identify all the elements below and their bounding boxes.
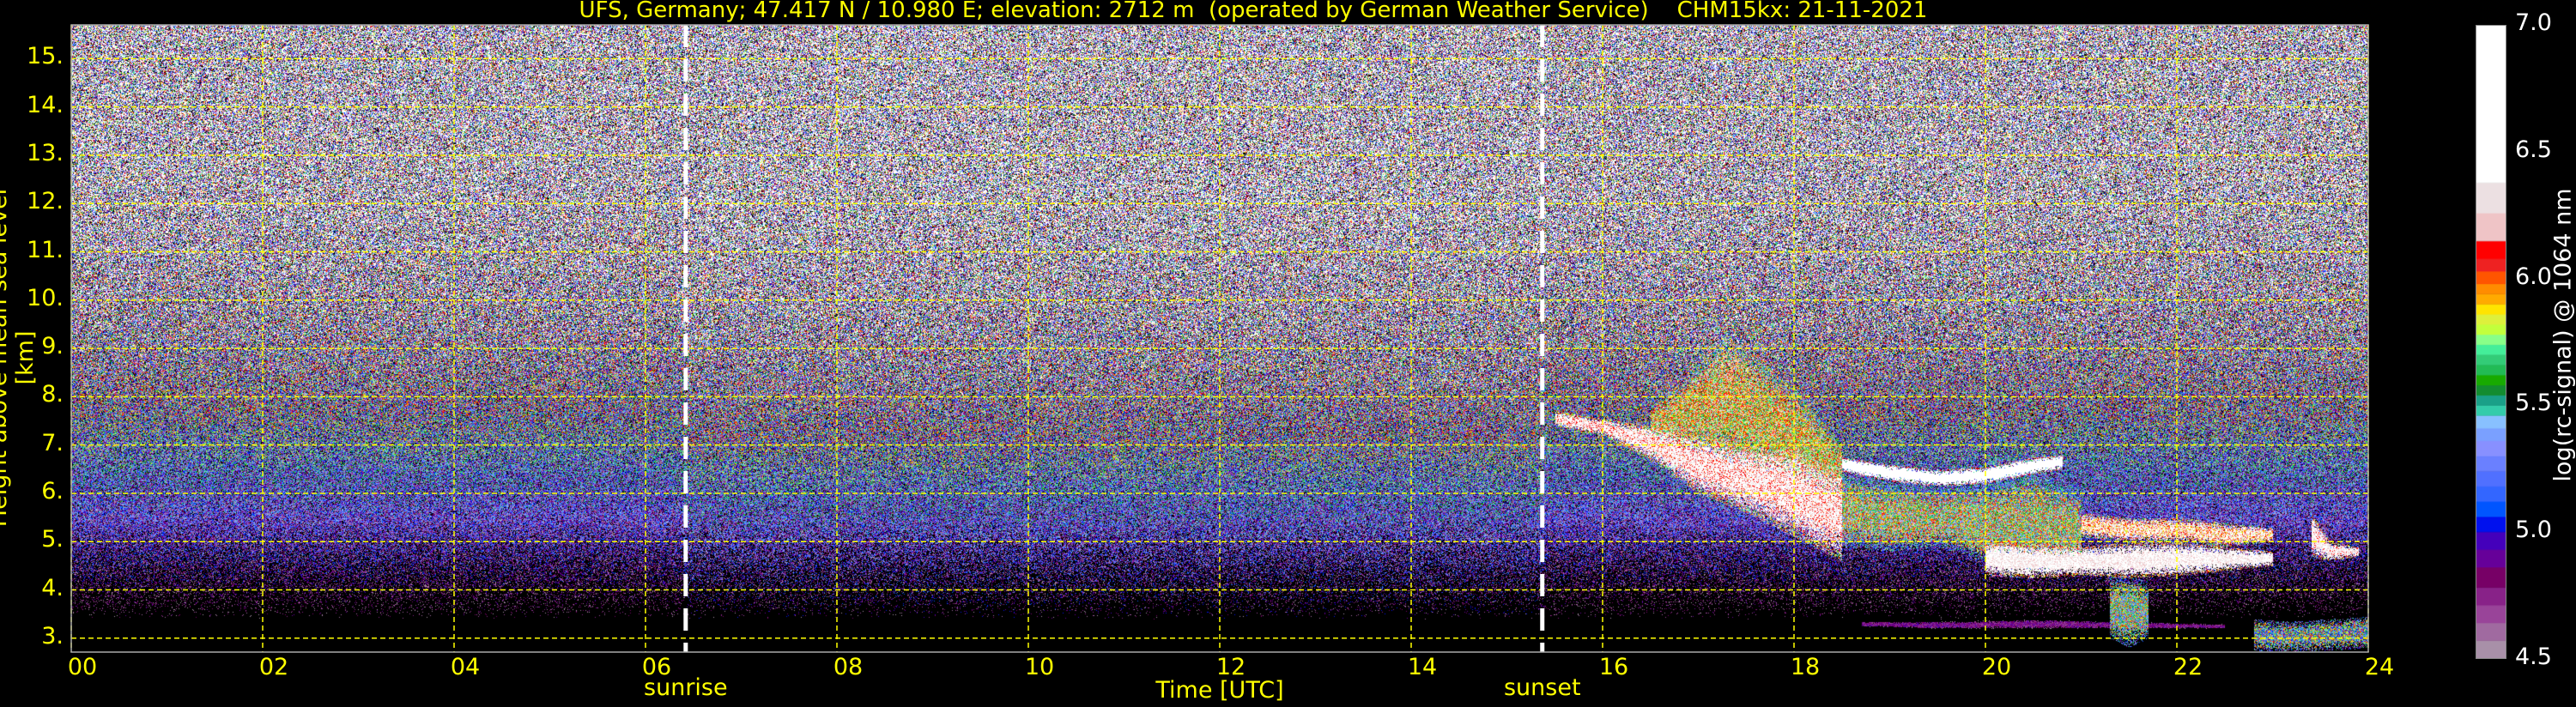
axes-overlay	[70, 24, 2369, 653]
y-tick-label: 3.	[41, 622, 64, 650]
colorbar-tick-label: 6.5	[2515, 136, 2552, 163]
colorbar-tick-label: 7.0	[2515, 9, 2552, 36]
colorbar	[2476, 25, 2506, 659]
x-axis-label: Time [UTC]	[1155, 677, 1284, 704]
y-tick-label: 15.	[27, 43, 64, 70]
y-tick-label: 14.	[27, 91, 64, 118]
colorbar-tick-label: 6.0	[2515, 263, 2552, 290]
y-tick-label: 4.	[41, 574, 64, 601]
colorbar-label: log(rc-signal) @ 1064 nm	[2549, 188, 2576, 482]
colorbar-tick-label: 5.5	[2515, 390, 2552, 417]
y-tick-label: 13.	[27, 139, 64, 166]
colorbar-tick-label: 5.0	[2515, 517, 2552, 544]
colorbar-tick-label: 4.5	[2515, 644, 2552, 670]
y-tick-label: 5.	[41, 526, 64, 553]
y-axis-label: Height above mean sea level [km]	[0, 188, 39, 528]
